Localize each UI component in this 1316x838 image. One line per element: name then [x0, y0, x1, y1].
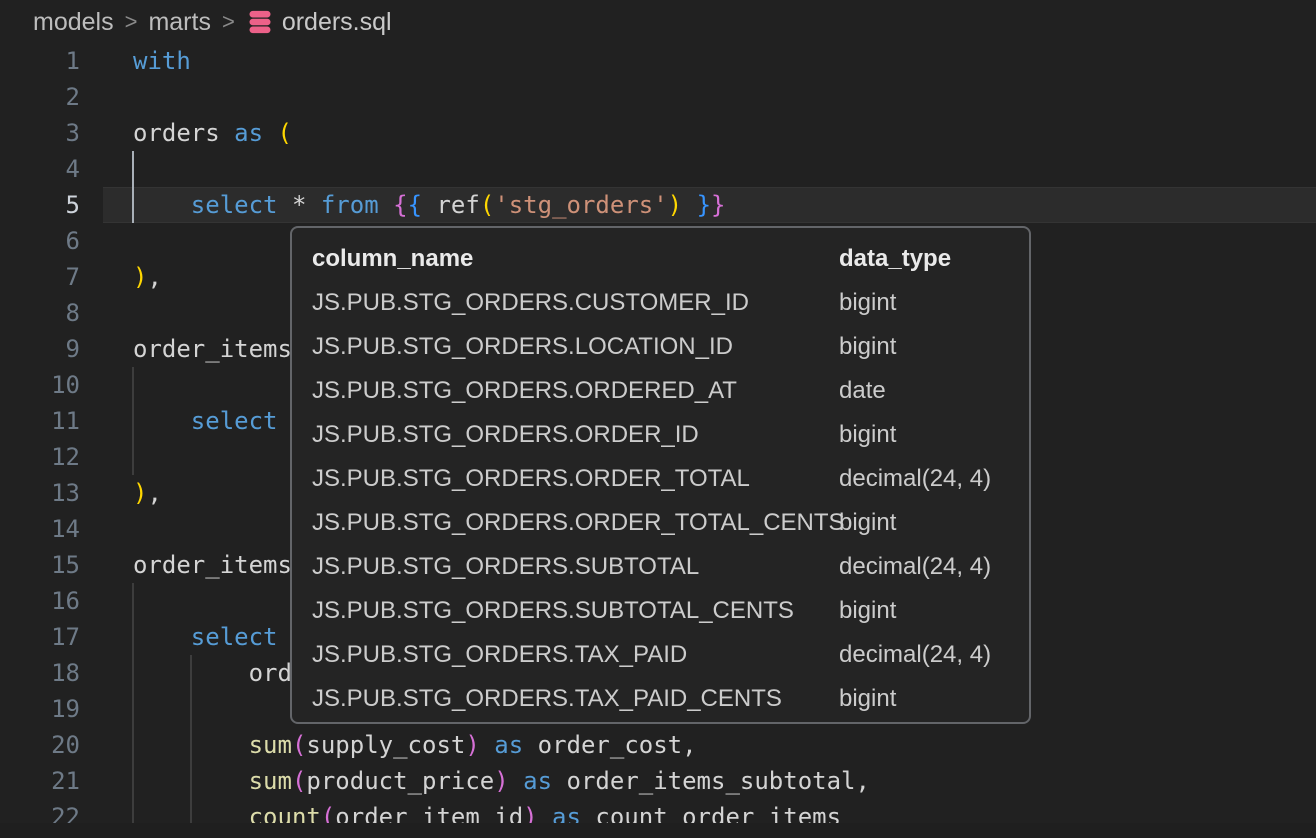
popup-row: JS.PUB.STG_ORDERS.TAX_PAID_CENTSbigint — [312, 677, 1029, 721]
code-line[interactable]: select * from {{ ref('stg_orders') }} — [80, 187, 725, 223]
code-line-row: 4 — [0, 151, 1316, 187]
code-line[interactable]: select — [80, 619, 278, 655]
code-line[interactable]: with — [80, 43, 191, 79]
line-number[interactable]: 6 — [0, 223, 80, 259]
line-number[interactable]: 14 — [0, 511, 80, 547]
column-name-cell: JS.PUB.STG_ORDERS.TAX_PAID_CENTS — [312, 685, 839, 713]
popup-row: JS.PUB.STG_ORDERS.ORDER_TOTAL_CENTSbigin… — [312, 501, 1029, 545]
code-line-row: 20 sum(supply_cost) as order_cost, — [0, 727, 1316, 763]
popup-row: JS.PUB.STG_ORDERS.ORDER_TOTALdecimal(24,… — [312, 457, 1029, 501]
line-number[interactable]: 16 — [0, 583, 80, 619]
popup-row: JS.PUB.STG_ORDERS.LOCATION_IDbigint — [312, 325, 1029, 369]
code-line-row: 21 sum(product_price) as order_items_sub… — [0, 763, 1316, 799]
code-line-row: 3orders as ( — [0, 115, 1316, 151]
popup-row: JS.PUB.STG_ORDERS.CUSTOMER_IDbigint — [312, 281, 1029, 325]
breadcrumb-separator-icon: > — [125, 9, 138, 35]
breadcrumb-item-models[interactable]: models — [33, 8, 114, 37]
line-number[interactable]: 2 — [0, 79, 80, 115]
data-type-cell: bigint — [839, 597, 1029, 625]
code-line[interactable]: order_items — [80, 331, 292, 367]
code-line-row: 2 — [0, 79, 1316, 115]
line-number[interactable]: 3 — [0, 115, 80, 151]
line-number[interactable]: 4 — [0, 151, 80, 187]
database-icon — [246, 8, 274, 36]
code-line[interactable]: order_items — [80, 547, 292, 583]
popup-row: JS.PUB.STG_ORDERS.SUBTOTALdecimal(24, 4) — [312, 545, 1029, 589]
code-line[interactable]: orders as ( — [80, 115, 292, 151]
column-name-cell: JS.PUB.STG_ORDERS.ORDER_TOTAL — [312, 465, 839, 493]
breadcrumb: models > marts > orders.sql — [0, 0, 1316, 44]
line-number[interactable]: 7 — [0, 259, 80, 295]
popup-header-row: column_namedata_type — [312, 237, 1029, 281]
code-line[interactable]: sum(product_price) as order_items_subtot… — [80, 763, 870, 799]
line-number[interactable]: 21 — [0, 763, 80, 799]
code-line[interactable] — [80, 79, 133, 115]
column-name-cell: JS.PUB.STG_ORDERS.ORDER_ID — [312, 421, 839, 449]
popup-row: JS.PUB.STG_ORDERS.ORDER_IDbigint — [312, 413, 1029, 457]
editor-screen: models > marts > orders.sql 1with23order… — [0, 0, 1316, 838]
code-line-row: 5 select * from {{ ref('stg_orders') }} — [0, 187, 1316, 223]
column-name-cell: JS.PUB.STG_ORDERS.LOCATION_ID — [312, 333, 839, 361]
code-line[interactable]: ), — [80, 259, 162, 295]
line-number[interactable]: 13 — [0, 475, 80, 511]
code-line[interactable] — [80, 151, 133, 187]
code-line[interactable] — [80, 367, 133, 403]
code-line[interactable] — [80, 583, 133, 619]
popup-row: JS.PUB.STG_ORDERS.ORDERED_ATdate — [312, 369, 1029, 413]
column-name-cell: JS.PUB.STG_ORDERS.TAX_PAID — [312, 641, 839, 669]
data-type-cell: data_type — [839, 245, 1029, 273]
column-info-popup: column_namedata_typeJS.PUB.STG_ORDERS.CU… — [290, 226, 1031, 724]
column-name-cell: JS.PUB.STG_ORDERS.CUSTOMER_ID — [312, 289, 839, 317]
data-type-cell: decimal(24, 4) — [839, 553, 1029, 581]
code-line[interactable] — [80, 439, 133, 475]
line-number[interactable]: 12 — [0, 439, 80, 475]
data-type-cell: date — [839, 377, 1029, 405]
column-name-cell: JS.PUB.STG_ORDERS.SUBTOTAL_CENTS — [312, 597, 839, 625]
line-number[interactable]: 17 — [0, 619, 80, 655]
data-type-cell: bigint — [839, 509, 1029, 537]
column-name-cell: JS.PUB.STG_ORDERS.ORDERED_AT — [312, 377, 839, 405]
data-type-cell: bigint — [839, 333, 1029, 361]
code-line[interactable]: select — [80, 403, 278, 439]
line-number[interactable]: 19 — [0, 691, 80, 727]
breadcrumb-item-marts[interactable]: marts — [148, 8, 211, 37]
code-line[interactable] — [80, 511, 133, 547]
column-name-cell: column_name — [312, 245, 839, 273]
code-line[interactable]: ord — [80, 655, 292, 691]
line-number[interactable]: 10 — [0, 367, 80, 403]
column-name-cell: JS.PUB.STG_ORDERS.ORDER_TOTAL_CENTS — [312, 509, 839, 537]
data-type-cell: decimal(24, 4) — [839, 641, 1029, 669]
code-line[interactable] — [80, 223, 133, 259]
line-number[interactable]: 5 — [0, 187, 80, 223]
line-number[interactable]: 9 — [0, 331, 80, 367]
data-type-cell: bigint — [839, 685, 1029, 713]
code-line[interactable] — [80, 691, 133, 727]
data-type-cell: bigint — [839, 421, 1029, 449]
breadcrumb-separator-icon: > — [222, 9, 235, 35]
line-number[interactable]: 15 — [0, 547, 80, 583]
popup-row: JS.PUB.STG_ORDERS.SUBTOTAL_CENTSbigint — [312, 589, 1029, 633]
data-type-cell: decimal(24, 4) — [839, 465, 1029, 493]
code-line[interactable]: ), — [80, 475, 162, 511]
breadcrumb-item-file[interactable]: orders.sql — [282, 8, 392, 37]
line-number[interactable]: 11 — [0, 403, 80, 439]
line-number[interactable]: 8 — [0, 295, 80, 331]
data-type-cell: bigint — [839, 289, 1029, 317]
viewport-clip — [0, 823, 1316, 838]
popup-row: JS.PUB.STG_ORDERS.TAX_PAIDdecimal(24, 4) — [312, 633, 1029, 677]
code-line-row: 1with — [0, 43, 1316, 79]
line-number[interactable]: 18 — [0, 655, 80, 691]
column-name-cell: JS.PUB.STG_ORDERS.SUBTOTAL — [312, 553, 839, 581]
line-number[interactable]: 20 — [0, 727, 80, 763]
code-line[interactable] — [80, 295, 133, 331]
code-line[interactable]: sum(supply_cost) as order_cost, — [80, 727, 697, 763]
line-number[interactable]: 1 — [0, 43, 80, 79]
